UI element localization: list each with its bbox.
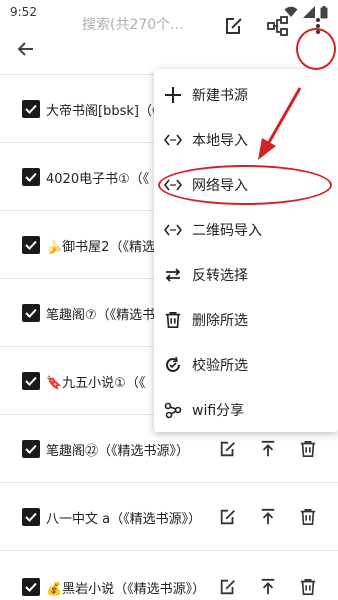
checkmark-icon: [25, 308, 37, 318]
source-name: 💰黑岩小说（《精选书源》）: [46, 581, 206, 597]
edit-button[interactable]: [218, 439, 238, 459]
code-icon: [162, 129, 184, 151]
plus-icon: [162, 84, 184, 106]
menu-item-label: 反转选择: [192, 267, 248, 284]
menu-item-label: 校验所选: [192, 357, 248, 374]
search-input[interactable]: 搜索(共270个...: [82, 14, 184, 34]
trash-icon: [300, 440, 316, 458]
annotation-circle-more: [296, 28, 336, 70]
delete-button[interactable]: [298, 577, 318, 597]
tree-structure-icon: [267, 16, 288, 36]
row-actions: [218, 577, 318, 597]
checkmark-icon: [25, 172, 37, 182]
overflow-menu: 新建书源 本地导入 网络导入 二维码导入 反转选择 删除所选 校验所选 wifi…: [154, 69, 338, 432]
checkmark-icon: [25, 444, 37, 454]
delete-button[interactable]: [298, 507, 318, 527]
back-button[interactable]: [0, 24, 52, 74]
checkmark-icon: [25, 582, 37, 592]
edit-icon: [220, 441, 235, 457]
list-item[interactable]: 💰黑岩小说（《精选书源》）: [0, 553, 338, 600]
select-all-button[interactable]: [222, 14, 246, 38]
menu-item-label: 删除所选: [192, 312, 248, 329]
menu-item-local-import[interactable]: 本地导入: [154, 117, 338, 162]
menu-item-label: 新建书源: [192, 87, 248, 104]
source-name: 笔趣阁㉒（《精选书源》）: [46, 443, 190, 459]
arrow-left-icon: [17, 42, 33, 56]
source-name: 笔趣阁⑦（《精选书: [46, 307, 156, 323]
edit-button[interactable]: [218, 577, 238, 597]
menu-item-invert-selection[interactable]: 反转选择: [154, 252, 338, 297]
delete-button[interactable]: [298, 439, 318, 459]
item-checkbox[interactable]: [22, 508, 40, 526]
checkmark-icon: [25, 376, 37, 386]
row-actions: [218, 439, 318, 459]
menu-item-qr-import[interactable]: 二维码导入: [154, 207, 338, 252]
group-button[interactable]: [266, 14, 290, 38]
menu-item-new-source[interactable]: 新建书源: [154, 72, 338, 117]
menu-item-label: 二维码导入: [192, 222, 262, 239]
item-checkbox[interactable]: [22, 372, 40, 390]
item-checkbox[interactable]: [22, 100, 40, 118]
menu-item-wifi-share[interactable]: wifi分享: [154, 387, 338, 432]
edit-icon: [220, 579, 235, 595]
menu-item-label: wifi分享: [192, 402, 245, 419]
edit-box-icon: [226, 18, 242, 34]
code-icon: [162, 219, 184, 241]
source-name: 🔖九五小说①（《: [46, 375, 146, 391]
move-top-button[interactable]: [258, 577, 278, 597]
checkmark-icon: [25, 104, 37, 114]
swap-icon: [162, 264, 184, 286]
menu-item-label: 本地导入: [192, 132, 248, 149]
source-name: 🍌御书屋2（《精选: [46, 239, 155, 255]
move-top-button[interactable]: [258, 507, 278, 527]
trash-icon: [300, 578, 316, 596]
menu-item-delete-selected[interactable]: 删除所选: [154, 297, 338, 342]
item-checkbox[interactable]: [22, 304, 40, 322]
row-actions: [218, 507, 318, 527]
arrow-to-top-icon: [261, 508, 275, 525]
share-icon: [162, 399, 184, 421]
check-refresh-icon: [162, 354, 184, 376]
move-top-button[interactable]: [258, 439, 278, 459]
item-checkbox[interactable]: [22, 236, 40, 254]
source-name: 4020电子书①（《: [46, 171, 150, 187]
arrow-to-top-icon: [261, 578, 275, 595]
trash-icon: [162, 309, 184, 331]
menu-item-verify-selected[interactable]: 校验所选: [154, 342, 338, 387]
source-name: 八一中文 a（《精选书源》）: [46, 511, 202, 527]
row-divider: [0, 550, 338, 551]
item-checkbox[interactable]: [22, 168, 40, 186]
edit-icon: [220, 509, 235, 525]
edit-button[interactable]: [218, 507, 238, 527]
trash-icon: [300, 508, 316, 526]
item-checkbox[interactable]: [22, 578, 40, 596]
list-item[interactable]: 八一中文 a（《精选书源》）: [0, 483, 338, 551]
checkmark-icon: [25, 240, 37, 250]
source-name: 大帝书阁[bbsk]（《: [46, 103, 159, 119]
arrow-to-top-icon: [261, 440, 275, 457]
checkmark-icon: [25, 512, 37, 522]
annotation-ellipse-network-import: [158, 165, 332, 205]
item-checkbox[interactable]: [22, 440, 40, 458]
